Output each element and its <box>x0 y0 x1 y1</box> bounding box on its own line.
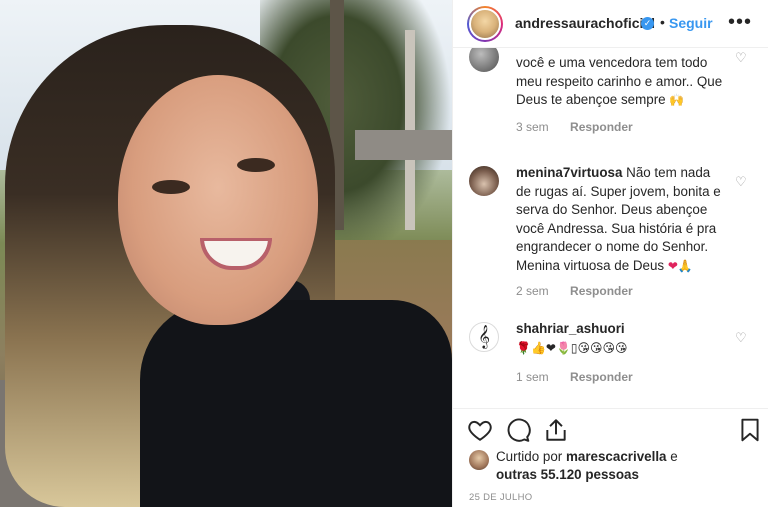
liker-avatar[interactable] <box>469 450 489 470</box>
commenter-username[interactable]: shahriar_ashuori <box>516 321 625 336</box>
comments-list[interactable]: você e uma vencedora tem todo meu respei… <box>453 48 768 408</box>
comment-time[interactable]: 3 sem <box>516 120 549 134</box>
commenter-avatar[interactable] <box>469 166 499 196</box>
liker-username[interactable]: marescacrivella <box>566 449 667 464</box>
commenter-avatar[interactable]: 𝄞 <box>469 322 499 352</box>
header-separator: • <box>660 14 665 30</box>
comment-like-heart-icon[interactable]: ♡ <box>735 175 747 188</box>
photo-sweater <box>140 300 452 507</box>
comment-text: shahriar_ashuori 🌹👍❤🌷▯😘😘😘😘 <box>516 320 726 357</box>
comment-text: menina7virtuosa Não tem nada de rugas aí… <box>516 165 721 273</box>
comment-meta: 3 sem Responder <box>516 120 633 134</box>
heart-praying-emoji-icon: ❤🙏 <box>667 258 693 273</box>
photo-fence <box>355 130 452 160</box>
comment-meta: 1 sem Responder <box>516 370 633 384</box>
heart-icon[interactable] <box>467 417 493 443</box>
reply-button[interactable]: Responder <box>570 120 633 134</box>
likes-count-link[interactable]: outras 55.120 pessoas <box>496 467 639 482</box>
commenter-avatar[interactable] <box>469 48 499 72</box>
comment-item: menina7virtuosa Não tem nada de rugas aí… <box>453 164 768 304</box>
post-header: andressaurachoficial ✓ • Seguir ••• <box>453 0 768 48</box>
verified-badge-icon: ✓ <box>641 17 654 30</box>
share-icon[interactable] <box>543 417 569 443</box>
comment-time[interactable]: 1 sem <box>516 370 549 384</box>
follow-button[interactable]: Seguir <box>669 15 713 31</box>
comment-meta: 2 sem Responder <box>516 284 633 298</box>
photo-left-eye <box>152 180 190 194</box>
author-username[interactable]: andressaurachoficial <box>515 15 655 31</box>
post-photo[interactable] <box>0 0 452 507</box>
comment-time[interactable]: 2 sem <box>516 284 549 298</box>
likes-text: Curtido por marescacrivella e outras 55.… <box>496 449 678 482</box>
bookmark-icon[interactable] <box>737 417 763 443</box>
photo-face <box>118 75 318 325</box>
reply-button[interactable]: Responder <box>570 370 633 384</box>
action-bar <box>453 408 768 452</box>
more-options-icon[interactable]: ••• <box>725 10 755 38</box>
comment-icon[interactable] <box>505 417 531 443</box>
emoji-reaction-icons: 🌹👍❤🌷▯😘😘😘😘 <box>516 340 628 355</box>
raised-hands-emoji-icon: 🙌 <box>669 93 685 108</box>
comment-item: você e uma vencedora tem todo meu respei… <box>453 48 768 150</box>
commenter-username[interactable]: menina7virtuosa <box>516 165 622 180</box>
reply-button[interactable]: Responder <box>570 284 633 298</box>
post-date[interactable]: 25 DE JULHO <box>469 492 533 503</box>
author-avatar[interactable] <box>467 6 503 42</box>
comment-item: 𝄞 shahriar_ashuori 🌹👍❤🌷▯😘😘😘😘 1 sem Respo… <box>453 320 768 390</box>
comment-text: você e uma vencedora tem todo meu respei… <box>516 55 723 108</box>
comment-like-heart-icon[interactable]: ♡ <box>735 331 747 344</box>
photo-right-eye <box>237 158 275 172</box>
instagram-post: andressaurachoficial ✓ • Seguir ••• você… <box>0 0 768 507</box>
post-side-panel: andressaurachoficial ✓ • Seguir ••• você… <box>452 0 768 507</box>
comment-like-heart-icon[interactable]: ♡ <box>735 51 747 64</box>
